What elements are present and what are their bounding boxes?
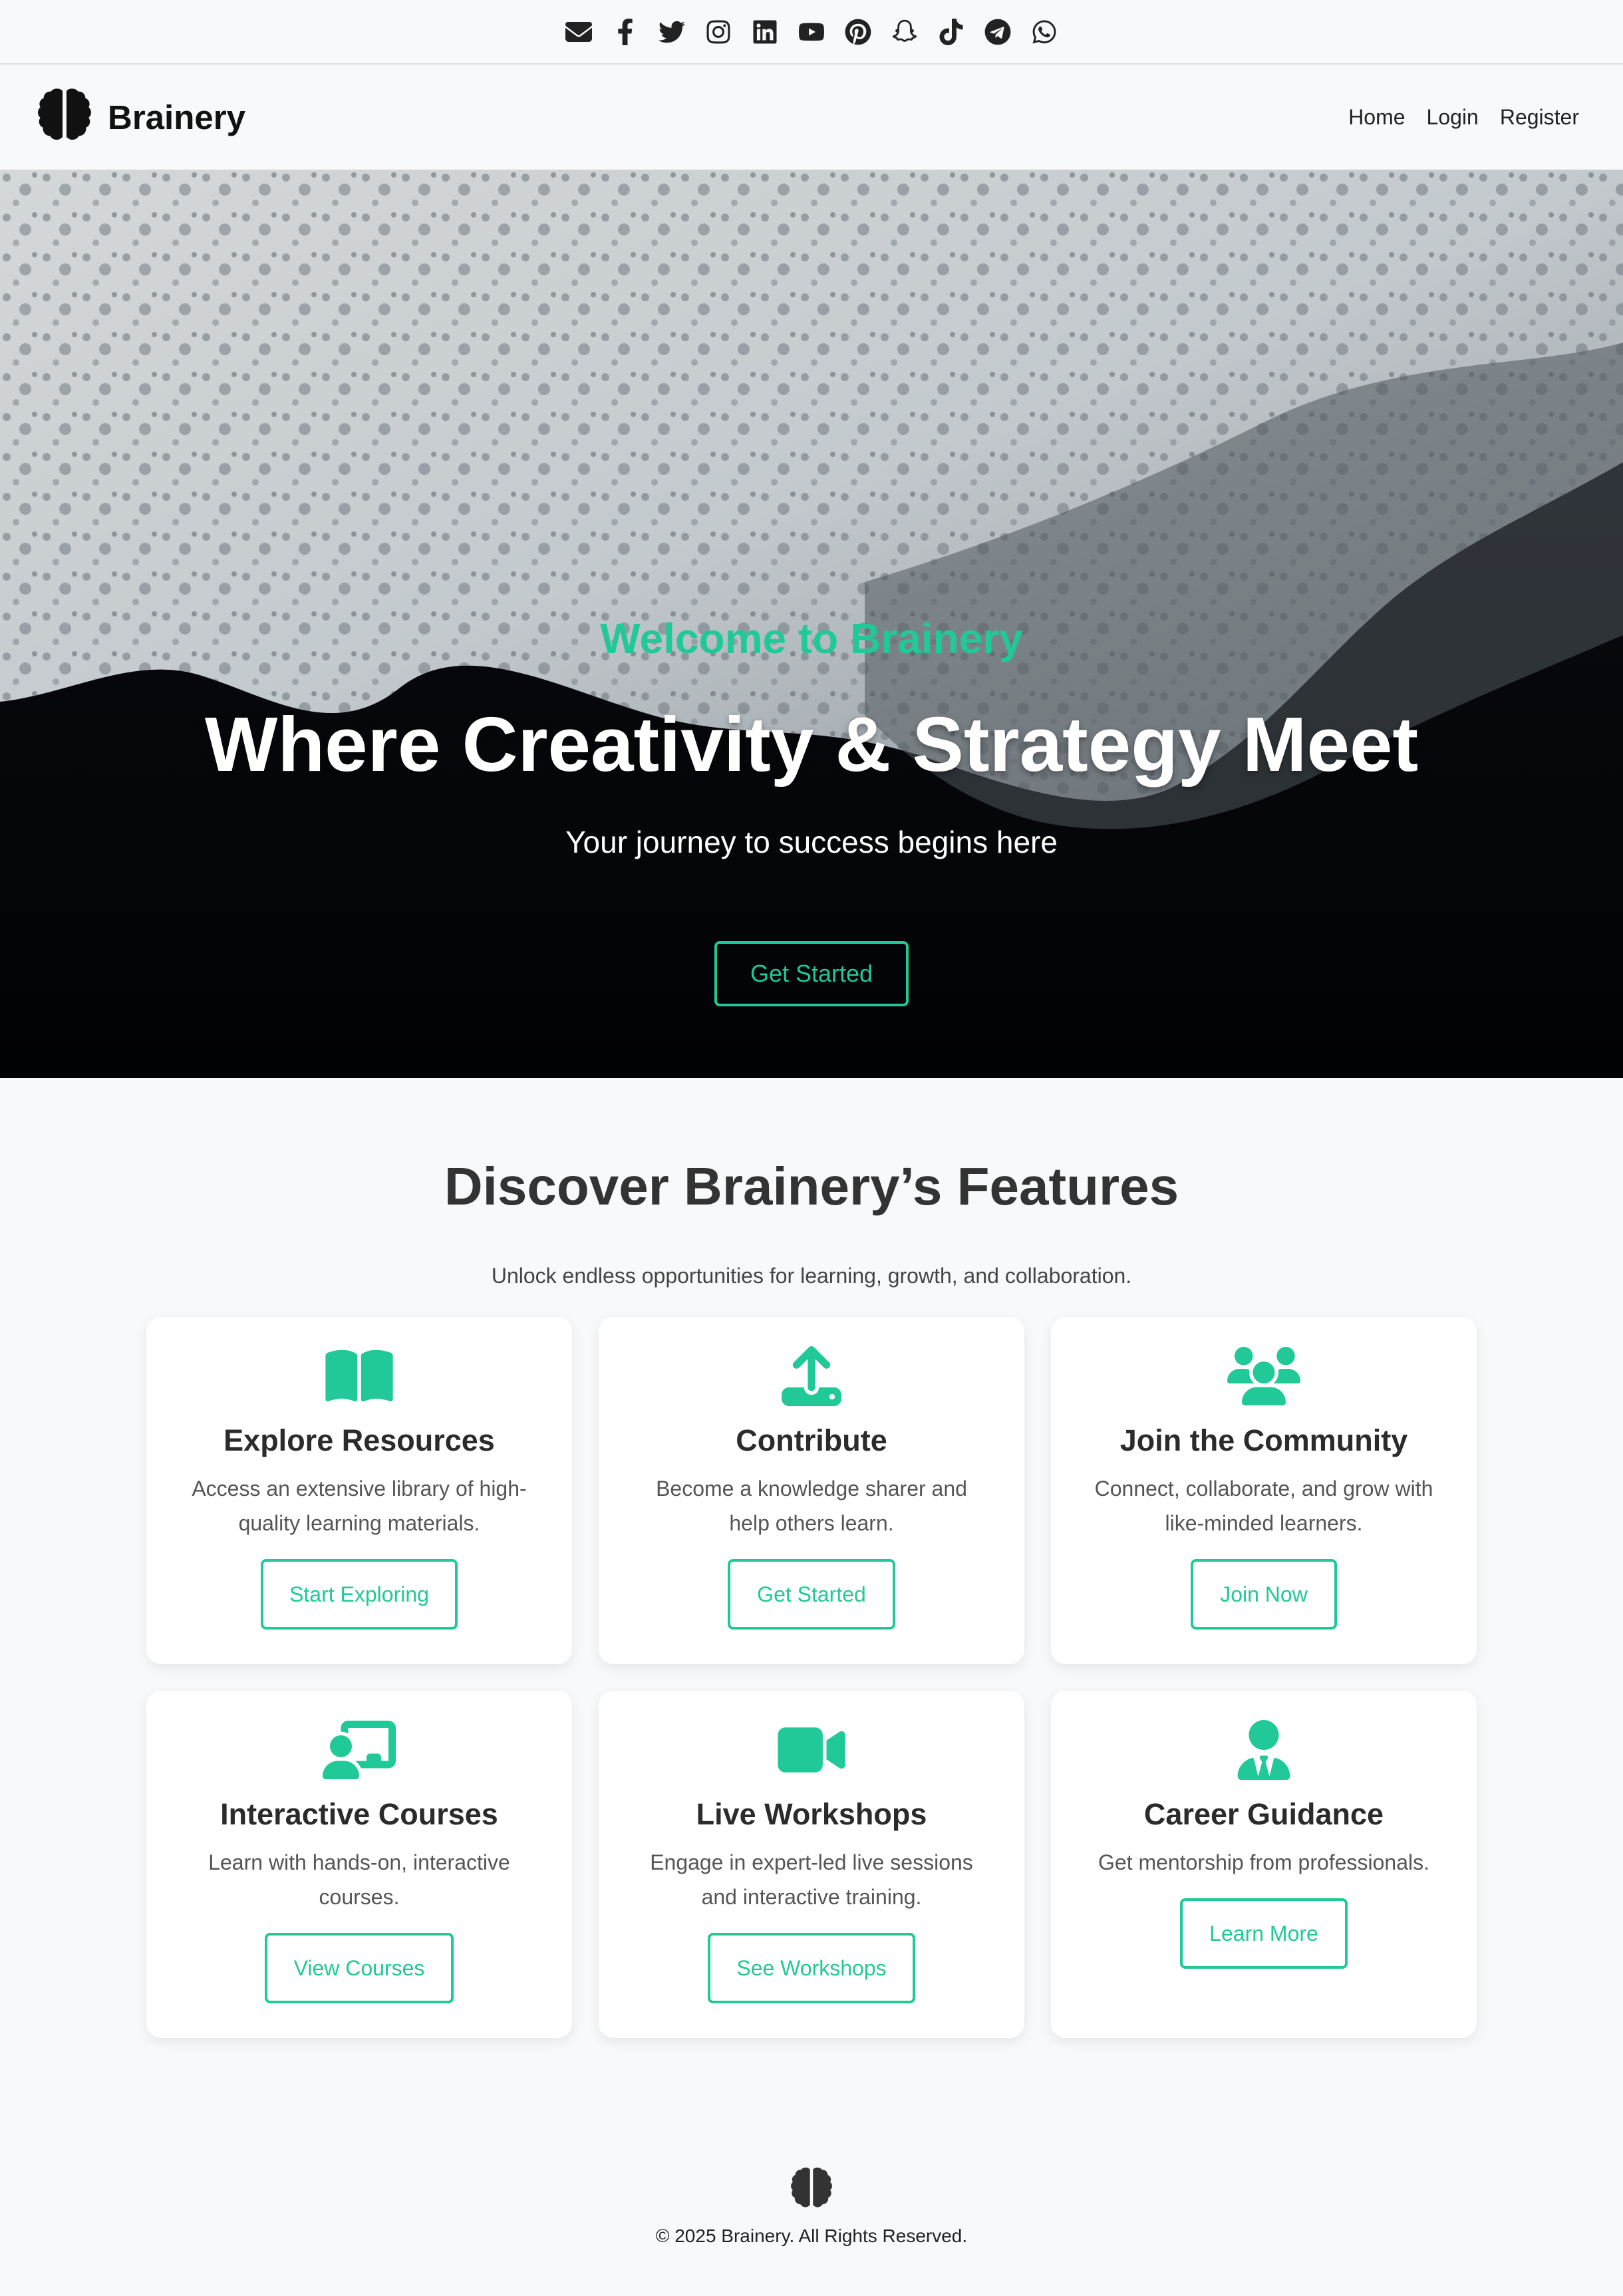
whatsapp-icon[interactable] [1030,17,1059,47]
card-description: Learn with hands-on, interactive courses… [208,1850,510,1909]
nav-link-login[interactable]: Login [1427,105,1479,130]
nav-link-home[interactable]: Home [1348,105,1405,130]
card-title: Contribute [736,1423,887,1457]
tiktok-icon[interactable] [937,17,966,47]
envelope-icon[interactable] [564,17,593,47]
navbar: Brainery Home Login Register [0,65,1623,170]
facebook-icon[interactable] [611,17,640,47]
hero-section: Welcome to Brainery Where Creativity & S… [0,170,1623,1078]
brain-icon [791,2167,832,2208]
feature-card-contribute: Contribute Become a knowledge sharer and… [599,1317,1024,1664]
book-icon [325,1350,393,1402]
card-title: Live Workshops [696,1797,927,1831]
brain-icon [38,88,91,140]
hero-title: Where Creativity & Strategy Meet [204,701,1419,788]
learn-more-button[interactable]: Learn More [1180,1898,1348,1969]
social-bar [0,0,1623,65]
contribute-get-started-button[interactable]: Get Started [728,1559,895,1630]
chalkboard-teacher-icon [323,1721,396,1779]
feature-card-live-workshops: Live Workshops Engage in expert-led live… [599,1691,1024,2038]
user-tie-icon [1237,1720,1290,1780]
start-exploring-button[interactable]: Start Exploring [261,1559,458,1630]
features-subtitle: Unlock endless opportunities for learnin… [491,1264,1132,1288]
footer-copyright: © 2025 Brainery. All Rights Reserved. [655,2225,968,2246]
upload-icon [782,1346,841,1406]
join-now-button[interactable]: Join Now [1191,1559,1337,1630]
feature-card-explore-resources: Explore Resources Access an extensive li… [146,1317,572,1664]
nav-link-register[interactable]: Register [1500,105,1579,130]
snapchat-icon[interactable] [890,17,919,47]
feature-card-career-guidance: Career Guidance Get mentorship from prof… [1051,1691,1477,2038]
telegram-icon[interactable] [983,17,1012,47]
users-icon [1227,1347,1300,1405]
nav-links: Home Login Register [1348,105,1579,130]
card-title: Explore Resources [223,1423,495,1457]
brand-name: Brainery [108,98,245,136]
pinterest-icon[interactable] [843,17,873,47]
hero-subtitle: Your journey to success begins here [565,825,1058,859]
card-title: Career Guidance [1143,1797,1384,1831]
card-description: Become a knowledge sharer and help other… [656,1477,967,1535]
hero-kicker: Welcome to Brainery [600,615,1023,662]
feature-card-interactive-courses: Interactive Courses Learn with hands-on,… [146,1691,572,2038]
card-description: Get mentorship from professionals. [1098,1850,1429,1874]
feature-card-join-community: Join the Community Connect, collaborate,… [1051,1317,1477,1664]
card-description: Connect, collaborate, and grow with like… [1094,1477,1433,1535]
brand-home-link[interactable]: Brainery [32,84,245,150]
hero-content: Welcome to Brainery Where Creativity & S… [0,170,1623,1078]
card-description: Engage in expert-led live sessions and i… [650,1850,973,1909]
linkedin-icon[interactable] [750,17,780,47]
card-description: Access an extensive library of high-qual… [192,1477,527,1535]
instagram-icon[interactable] [704,17,733,47]
features-title: Discover Brainery’s Features [444,1157,1179,1216]
card-title: Interactive Courses [220,1797,498,1831]
video-icon [778,1727,845,1773]
see-workshops-button[interactable]: See Workshops [708,1933,915,2003]
view-courses-button[interactable]: View Courses [265,1933,454,2003]
youtube-icon[interactable] [797,17,826,47]
card-title: Join the Community [1119,1423,1408,1457]
get-started-button[interactable]: Get Started [714,941,909,1006]
twitter-icon[interactable] [657,17,686,47]
